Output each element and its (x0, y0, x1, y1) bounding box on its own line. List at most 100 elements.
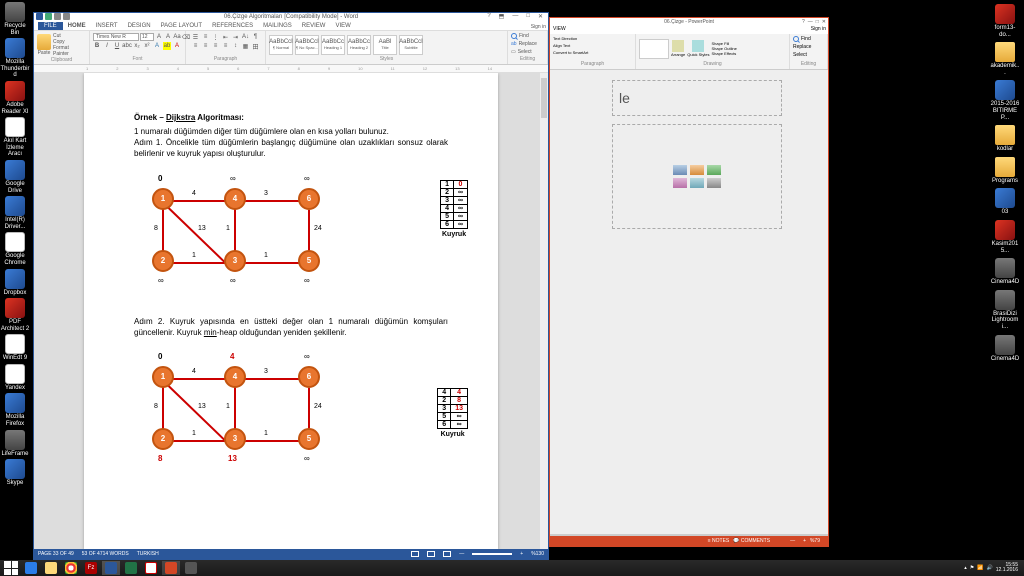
scrollbar-thumb[interactable] (541, 78, 547, 118)
pp-find[interactable]: Find (793, 36, 811, 42)
text-effects-icon[interactable]: A (153, 42, 161, 50)
tb-chrome[interactable] (62, 561, 80, 575)
bullets-icon[interactable]: ☰ (192, 33, 200, 41)
superscript-icon[interactable]: x² (143, 42, 151, 50)
tab-design[interactable]: DESIGN (123, 22, 156, 30)
desktop-icon-8[interactable]: PDF Architect 2 (0, 298, 30, 332)
paste-icon[interactable] (37, 34, 51, 50)
pp-replace[interactable]: Replace (793, 44, 811, 50)
slide-content-placeholder[interactable] (612, 124, 782, 229)
line-spacing-icon[interactable]: ↕ (232, 42, 240, 50)
select-button[interactable]: ▭Select (511, 49, 532, 55)
pp-zoom[interactable]: %79 (810, 538, 820, 544)
desktop-icon-10[interactable]: Yandex (0, 364, 30, 392)
tb-powerpoint[interactable] (162, 561, 180, 575)
pp-minimize-button[interactable]: — (808, 19, 813, 25)
tray-network-icon[interactable]: 📶 (977, 565, 983, 571)
italic-icon[interactable]: I (103, 42, 111, 50)
desktop-icon-2[interactable]: Adobe Reader XI (0, 81, 30, 115)
tb-filezilla[interactable]: Fz (82, 561, 100, 575)
convert-smartart[interactable]: Convert to SmartArt (553, 50, 588, 55)
style-2[interactable]: AaBbCcHeading 1 (321, 35, 345, 55)
desktop-icon-r-0[interactable]: form13-do... (990, 4, 1020, 38)
undo-icon[interactable] (54, 13, 61, 20)
tray-up-icon[interactable]: ▴ (964, 565, 967, 571)
tb-yandex[interactable] (142, 561, 160, 575)
style-4[interactable]: AaBlTitle (373, 35, 397, 55)
pp-comments-button[interactable]: 💬 COMMENTS (733, 538, 770, 544)
tray-flag-icon[interactable]: ⚑ (970, 565, 974, 571)
desktop-icon-9[interactable]: WinEdt 9 (0, 334, 30, 362)
pp-help[interactable]: ? (802, 19, 805, 25)
word-minimize-button[interactable]: — (509, 13, 521, 20)
status-lang[interactable]: TURKISH (137, 551, 159, 557)
strike-icon[interactable]: abc (123, 42, 131, 50)
shapes-gallery[interactable] (639, 39, 669, 59)
format-painter-button[interactable]: Format Painter (53, 45, 86, 57)
desktop-icon-r-5[interactable]: 03 (990, 188, 1020, 216)
pp-select[interactable]: Select (793, 52, 807, 58)
shrink-font-icon[interactable]: A (164, 33, 172, 41)
grow-font-icon[interactable]: A (155, 33, 163, 41)
status-page[interactable]: PAGE 33 OF 49 (38, 551, 74, 557)
desktop-icon-3[interactable]: Akıl Kart İzleme Aracı (0, 117, 30, 158)
subscript-icon[interactable]: x₂ (133, 42, 141, 50)
desktop-icon-7[interactable]: Dropbox (0, 269, 30, 297)
word-titlebar[interactable]: 06.Çizge Algoritmaları [Compatibility Mo… (34, 13, 548, 21)
ruler[interactable]: 1234567891011121314 (34, 65, 548, 73)
underline-icon[interactable]: U (113, 42, 121, 50)
insert-smartart-icon[interactable] (707, 165, 721, 175)
justify-icon[interactable]: ≡ (222, 42, 230, 50)
dec-indent-icon[interactable]: ⇤ (222, 33, 230, 41)
desktop-icon-6[interactable]: Google Chrome (0, 232, 30, 266)
tb-excel[interactable] (122, 561, 140, 575)
desktop-icon-5[interactable]: Intel(R) Driver... (0, 196, 30, 230)
word-maximize-button[interactable]: □ (523, 13, 533, 20)
font-select[interactable]: Times New R (93, 33, 139, 41)
tb-explorer[interactable] (42, 561, 60, 575)
tab-file[interactable]: FILE (38, 22, 63, 30)
insert-table-icon[interactable] (673, 165, 687, 175)
view-print-icon[interactable] (427, 551, 435, 557)
desktop-icon-r-2[interactable]: 2015-2016 BITIRME P... (990, 80, 1020, 121)
styles-gallery[interactable]: AaBbCcI¶ NormalAaBbCcI¶ No Spac...AaBbCc… (269, 33, 504, 56)
insert-online-pic-icon[interactable] (690, 178, 704, 188)
style-5[interactable]: AaBbCcISubtitle (399, 35, 423, 55)
tray-volume-icon[interactable]: 🔊 (987, 565, 993, 571)
sort-icon[interactable]: A↓ (242, 33, 250, 41)
pp-scrollbar[interactable] (822, 70, 828, 534)
desktop-icon-r-1[interactable]: akademik... (990, 42, 1020, 76)
quick-styles-button[interactable]: Quick Styles (687, 40, 709, 57)
pp-slide-area[interactable]: le (550, 70, 828, 534)
tab-insert[interactable]: INSERT (91, 22, 123, 30)
desktop-icon-4[interactable]: Google Drive (0, 160, 30, 194)
show-marks-icon[interactable]: ¶ (252, 33, 260, 41)
text-direction[interactable]: Text Direction (553, 36, 577, 41)
style-0[interactable]: AaBbCcI¶ Normal (269, 35, 293, 55)
tb-ie[interactable] (22, 561, 40, 575)
style-3[interactable]: AaBbCcHeading 2 (347, 35, 371, 55)
desktop-icon-0[interactable]: Recycle Bin (0, 2, 30, 36)
redo-icon[interactable] (63, 13, 70, 20)
word-close-button[interactable]: ✕ (535, 13, 546, 20)
font-color-icon[interactable]: A (173, 42, 181, 50)
pp-titlebar[interactable]: 06.Çizge - PowerPoint ? — □ ✕ (550, 18, 828, 26)
desktop-icon-r-8[interactable]: BrasiDizi Lightroom i... (990, 290, 1020, 331)
insert-video-icon[interactable] (707, 178, 721, 188)
desktop-icon-r-4[interactable]: Programs (990, 157, 1020, 185)
view-web-icon[interactable] (443, 551, 451, 557)
zoom-value[interactable]: %130 (531, 551, 544, 557)
status-words[interactable]: 53 OF 4714 WORDS (82, 551, 129, 557)
align-text[interactable]: Align Text (553, 43, 570, 48)
shading-icon[interactable]: ▦ (242, 42, 250, 50)
zoom-slider[interactable] (472, 553, 512, 555)
desktop-icon-r-9[interactable]: Cinema4D (990, 335, 1020, 363)
desktop-icon-11[interactable]: Mozilla Firefox (0, 393, 30, 427)
desktop-icon-r-7[interactable]: Cinema4D (990, 258, 1020, 286)
vertical-scrollbar[interactable] (540, 73, 548, 549)
inc-indent-icon[interactable]: ⇥ (232, 33, 240, 41)
tab-references[interactable]: REFERENCES (207, 22, 258, 30)
tab-pagelayout[interactable]: PAGE LAYOUT (156, 22, 207, 30)
word-ribbon-options[interactable]: ⬒ (496, 13, 508, 20)
start-button[interactable] (2, 561, 20, 575)
